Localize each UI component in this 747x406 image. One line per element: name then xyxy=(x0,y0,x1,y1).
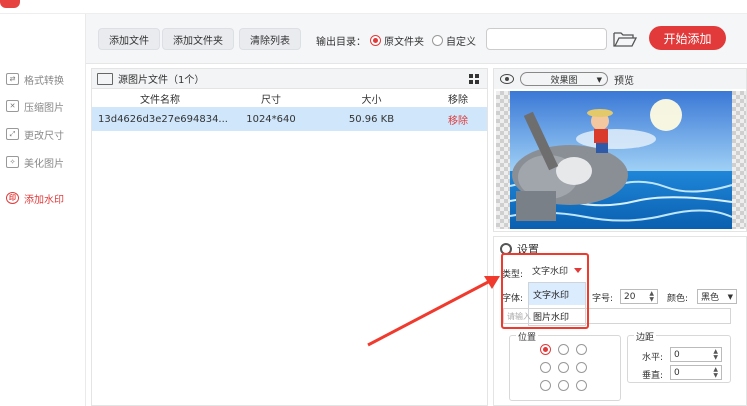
sidebar-item-format-convert[interactable]: ⇄ 格式转换 xyxy=(6,69,64,89)
position-bottom-center[interactable] xyxy=(558,380,569,391)
position-center[interactable] xyxy=(558,362,569,373)
position-group: 位置 xyxy=(509,330,621,401)
chevron-down-icon: ▼ xyxy=(727,293,733,301)
file-panel-header: 源图片文件（1个） xyxy=(92,69,487,89)
file-name: 13d4626d3e27e694834... xyxy=(98,113,228,125)
sidebar: ⇄ 格式转换 ✕ 压缩图片 ⤢ 更改尺寸 ✧ 美化图片 印 添加水印 xyxy=(0,14,86,406)
position-top-left[interactable] xyxy=(540,344,551,355)
radio-original-folder[interactable]: 原文件夹 xyxy=(370,33,424,48)
preview-header: 效果图 ▼ 预览 xyxy=(494,69,746,89)
radio-label: 原文件夹 xyxy=(384,37,424,48)
sidebar-item-watermark[interactable]: 印 添加水印 xyxy=(6,188,64,208)
file-panel-title: 源图片文件（1个） xyxy=(118,75,205,86)
col-name: 文件名称 xyxy=(140,94,180,106)
color-select[interactable]: 黑色 ▼ xyxy=(697,289,737,304)
watermark-icon: 印 xyxy=(6,192,19,204)
compress-icon: ✕ xyxy=(6,100,19,112)
grid-view-icon[interactable] xyxy=(469,74,479,84)
fontsize-label: 字号: xyxy=(592,294,614,304)
sidebar-item-label: 更改尺寸 xyxy=(24,130,64,142)
toolbar: 添加文件 添加文件夹 清除列表 输出目录： 原文件夹 自定义 开始添加 xyxy=(86,14,747,64)
preview-mode-value: 效果图 xyxy=(550,75,578,86)
fontsize-value: 20 xyxy=(624,291,636,302)
output-dir-label: 输出目录： xyxy=(316,37,366,48)
sidebar-item-resize[interactable]: ⤢ 更改尺寸 xyxy=(6,124,64,144)
preview-panel: 效果图 ▼ 预览 xyxy=(493,68,747,232)
radio-custom-folder[interactable]: 自定义 xyxy=(432,33,476,48)
title-bar xyxy=(0,0,747,14)
file-dimensions: 1024*640 xyxy=(246,113,296,125)
chevron-down-icon: ▼ xyxy=(596,76,602,84)
fontsize-stepper[interactable]: 20 ▲ ▼ xyxy=(620,289,658,304)
sidebar-item-label: 美化图片 xyxy=(24,158,64,170)
convert-icon: ⇄ xyxy=(6,73,19,85)
table-header: 文件名称 尺寸 大小 移除 xyxy=(92,89,487,107)
add-folder-button[interactable]: 添加文件夹 xyxy=(162,28,234,50)
image-icon xyxy=(97,72,113,85)
start-button[interactable]: 开始添加 xyxy=(649,26,726,50)
spin-arrows-icon[interactable]: ▲ ▼ xyxy=(713,367,718,379)
table-row[interactable]: 13d4626d3e27e694834... 1024*640 50.96 KB… xyxy=(92,107,487,131)
margin-label: 边距 xyxy=(634,330,657,343)
annotation-highlight-box xyxy=(501,253,589,329)
col-remove: 移除 xyxy=(448,94,468,106)
vertical-margin-stepper[interactable]: 0 ▲ ▼ xyxy=(670,365,722,380)
preview-label: 预览 xyxy=(614,75,634,87)
sidebar-item-label: 添加水印 xyxy=(24,194,64,206)
sidebar-item-label: 格式转换 xyxy=(24,75,64,87)
preview-mode-select[interactable]: 效果图 ▼ xyxy=(520,72,608,86)
file-panel: 源图片文件（1个） 文件名称 尺寸 大小 移除 13d4626d3e27e694… xyxy=(91,68,488,406)
sidebar-item-beautify[interactable]: ✧ 美化图片 xyxy=(6,152,64,172)
position-label: 位置 xyxy=(516,330,539,343)
app-logo xyxy=(0,0,20,8)
spin-arrows-icon[interactable]: ▲ ▼ xyxy=(713,349,718,361)
position-bottom-right[interactable] xyxy=(576,380,587,391)
horizontal-label: 水平: xyxy=(642,353,664,363)
beautify-icon: ✧ xyxy=(6,156,19,168)
col-dimensions: 尺寸 xyxy=(261,94,281,106)
resize-icon: ⤢ xyxy=(6,128,19,140)
spin-arrows-icon[interactable]: ▲ ▼ xyxy=(649,291,654,303)
color-value: 黑色 xyxy=(701,293,720,303)
eye-icon xyxy=(500,74,514,84)
radio-unchecked-icon xyxy=(432,35,443,46)
clear-list-button[interactable]: 清除列表 xyxy=(239,28,301,50)
preview-image xyxy=(496,91,746,229)
vertical-label: 垂直: xyxy=(642,371,664,381)
color-label: 颜色: xyxy=(667,294,689,304)
sidebar-item-label: 压缩图片 xyxy=(24,102,64,114)
radio-label: 自定义 xyxy=(446,37,476,48)
col-filesize: 大小 xyxy=(361,94,382,106)
position-middle-left[interactable] xyxy=(540,362,551,373)
folder-open-icon[interactable] xyxy=(613,30,637,48)
radio-checked-icon xyxy=(370,35,381,46)
sidebar-item-compress[interactable]: ✕ 压缩图片 xyxy=(6,96,64,116)
horizontal-margin-stepper[interactable]: 0 ▲ ▼ xyxy=(670,347,722,362)
horizontal-value: 0 xyxy=(674,349,680,360)
file-size: 50.96 KB xyxy=(348,113,395,125)
position-bottom-left[interactable] xyxy=(540,380,551,391)
remove-link[interactable]: 移除 xyxy=(429,112,487,127)
preview-illustration xyxy=(509,91,733,229)
position-top-center[interactable] xyxy=(558,344,569,355)
add-file-button[interactable]: 添加文件 xyxy=(98,28,160,50)
position-middle-right[interactable] xyxy=(576,362,587,373)
output-path-input[interactable] xyxy=(486,28,607,50)
position-top-right[interactable] xyxy=(576,344,587,355)
vertical-value: 0 xyxy=(674,367,680,378)
